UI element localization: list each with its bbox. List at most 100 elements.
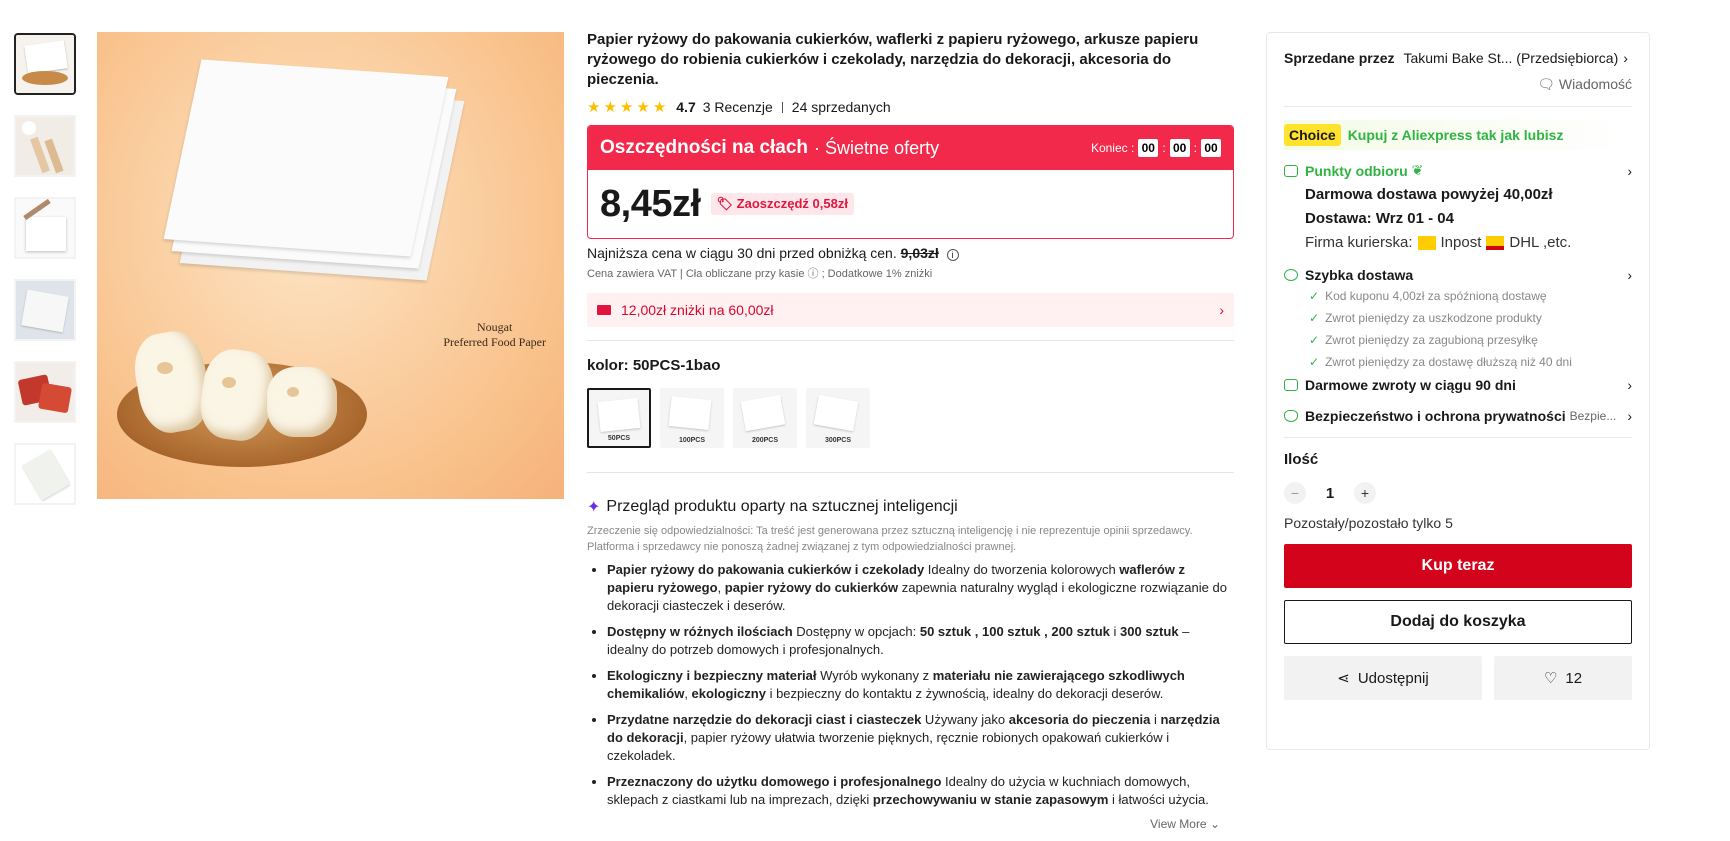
countdown-label: Koniec : [1090,141,1135,155]
view-more-button[interactable]: View More ⌄ [1150,817,1220,831]
divider [1284,106,1632,107]
quantity-label: Ilość [1284,451,1319,468]
coupon-text: 12,00zł zniżki na 60,00zł [621,302,774,318]
truck-icon [1284,164,1298,177]
pickup-points-row[interactable]: Punkty odbioru ❦ › [1284,162,1632,179]
seller-row[interactable]: Sprzedane przez Takumi Bake St... (Przed… [1284,50,1632,66]
chevron-right-icon: › [1627,377,1632,393]
star-icon: ★ [587,98,601,116]
thumbnail-3[interactable] [14,197,76,259]
deal-title: Oszczędności na cłach [600,137,809,158]
coupon-icon [597,305,611,315]
thumbnail-2[interactable] [14,115,76,177]
image-caption: Nougat Preferred Food Paper [443,320,546,349]
swatch-200pcs[interactable]: 200PCS [733,388,797,448]
list-item: ✓ Zwrot pieniędzy za uszkodzone produkty [1309,311,1542,325]
choice-badge: Choice [1284,124,1341,146]
price: 8,45zł [600,182,701,225]
add-to-cart-button[interactable]: Dodaj do koszyka [1284,600,1632,644]
color-options: 50PCS 100PCS 200PCS 300PCS [587,388,1234,448]
message-button[interactable]: 🗨 Wiadomość [1284,76,1632,93]
chevron-right-icon: › [1627,267,1632,283]
share-button[interactable]: ⋖ Udostępnij [1284,656,1482,700]
thumbnail-1[interactable] [14,33,76,95]
thumbnail-5[interactable] [14,361,76,423]
inpost-logo [1417,235,1436,250]
seller-name[interactable]: Takumi Bake St... (Przedsiębiorca) [1403,50,1618,66]
ai-overview-heading: ✦ Przegląd produktu oparty na sztucznej … [587,498,958,516]
list-item: Przydatne narzędzie do dekoracji ciast i… [607,711,1234,765]
product-title: Papier ryżowy do pakowania cukierków, wa… [587,31,1199,88]
courier-info: Firma kurierska: Inpost DHL ,etc. [1305,234,1572,251]
list-item: ✓ Zwrot pieniędzy za dostawę dłuższą niż … [1309,355,1572,369]
list-item: Ekologiczny i bezpieczny materiał Wyrób … [607,667,1234,703]
countdown: Koniec : 00: 00: 00 [1091,139,1221,157]
dhl-logo [1486,235,1505,250]
check-icon: ✓ [1309,333,1320,347]
chevron-right-icon: › [1627,162,1632,179]
heart-icon: ♡ [1543,670,1558,687]
old-price: 9,03zł [900,245,939,261]
reviews-link[interactable]: 3 Recenzje [703,99,773,115]
coupon-banner[interactable]: 12,00zł zniżki na 60,00zł › [587,293,1234,327]
delivery-guarantees: ✓ Kod kuponu 4,00zł za spóźnioną dostawę … [1309,289,1632,369]
delivery-date: Dostawa: Wrz 01 - 04 [1305,210,1454,227]
star-rating: ★ ★ ★ ★ ★ [587,100,666,115]
choice-banner: Choice Kupuj z Aliexpress tak jak lubisz [1284,120,1632,150]
list-item: Dostępny w różnych ilościach Dostępny w … [607,623,1234,659]
chevron-right-icon: › [1627,408,1632,424]
list-item: ✓ Kod kuponu 4,00zł za spóźnioną dostawę [1309,289,1547,303]
purchase-panel: Sprzedane przez Takumi Bake St... (Przed… [1266,32,1650,750]
swatch-50pcs[interactable]: 50PCS [587,388,651,448]
ai-disclaimer: Zrzeczenie się odpowiedzialności: Ta tre… [587,525,1193,553]
thumbnail-list [14,33,78,525]
swatch-300pcs[interactable]: 300PCS [806,388,870,448]
check-icon: ✓ [1309,355,1320,369]
wishlist-button[interactable]: ♡ 12 [1494,656,1632,700]
color-label: kolor: 50PCS-1bao [587,357,721,374]
deal-box: Oszczędności na cłach · Świetne oferty K… [587,125,1234,239]
quantity-stepper: − 1 + [1284,482,1632,504]
list-item: Papier ryżowy do pakowania cukierków i c… [607,561,1234,615]
thumbnail-6[interactable] [14,443,76,505]
deal-subtitle: · Świetne oferty [814,137,940,158]
star-icon: ★ [619,98,634,116]
rating-value: 4.7 [676,99,696,115]
sold-count: 24 sprzedanych [791,99,891,115]
divider [587,472,1234,473]
chevron-right-icon: › [1623,50,1628,66]
clock-icon [1284,269,1298,281]
return-box-icon [1284,379,1298,391]
price-row: 8,45zł 🏷 Zaoszczędź 0,58zł [588,170,1233,238]
shield-icon [1284,410,1298,422]
star-icon: ★ [636,98,650,116]
buy-now-button[interactable]: Kup teraz [1284,544,1632,588]
list-item: ✓ Zwrot pieniędzy za zagubioną przesyłkę [1309,333,1538,347]
thumbnail-4[interactable] [14,279,76,341]
chevron-right-icon: › [1219,302,1224,318]
divider [587,340,1234,341]
quantity-value[interactable]: 1 [1306,485,1354,502]
rating-row: ★ ★ ★ ★ ★ 4.7 3 Recenzje 24 sprzedanych [587,99,1234,115]
countdown-minutes: 00 [1169,139,1190,157]
free-returns-row[interactable]: Darmowe zwroty w ciągu 90 dni › [1284,377,1632,393]
sparkle-icon: ✦ [587,499,601,516]
info-icon[interactable]: i [946,249,959,261]
countdown-seconds: 00 [1201,139,1221,157]
star-icon: ★ [603,98,617,116]
sold-by-label: Sprzedane przez [1284,50,1395,66]
security-row[interactable]: Bezpieczeństwo i ochrona prywatności Bez… [1284,408,1632,424]
swatch-100pcs[interactable]: 100PCS [660,388,724,448]
fast-delivery-row[interactable]: Szybka dostawa › [1284,267,1632,283]
star-icon: ★ [652,98,667,116]
increase-button[interactable]: + [1354,482,1376,504]
leaf-icon: ❦ [1411,162,1424,178]
check-icon: ✓ [1309,289,1320,303]
main-product-image[interactable]: Nougat Preferred Food Paper [97,32,564,499]
decrease-button[interactable]: − [1284,482,1306,504]
countdown-hours: 00 [1138,139,1159,157]
check-icon: ✓ [1309,311,1320,325]
stock-remaining: Pozostały/pozostało tylko 5 [1284,515,1453,531]
vat-note: Cena zawiera VAT | Cła obliczane przy ka… [587,268,933,280]
deal-banner: Oszczędności na cłach · Świetne oferty K… [588,126,1233,170]
